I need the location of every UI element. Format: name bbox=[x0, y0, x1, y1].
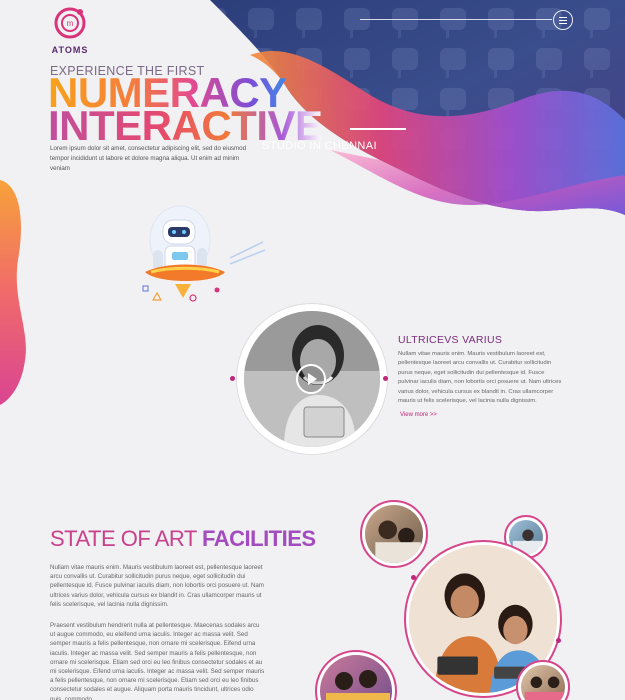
facility-photo-small-top bbox=[360, 500, 428, 568]
menu-icon[interactable] bbox=[553, 10, 573, 30]
header-divider bbox=[360, 19, 552, 20]
atoms-logo-icon: m bbox=[54, 7, 86, 39]
facilities-title-part1: STATE OF ART bbox=[50, 526, 203, 551]
play-icon[interactable] bbox=[296, 364, 326, 394]
facilities-title-part2: FACILITIES bbox=[202, 526, 316, 551]
robot-illustration bbox=[142, 205, 266, 302]
facilities-paragraph-2: Praesent vestibulum hendrerit nulla at p… bbox=[50, 622, 265, 700]
svg-text:m: m bbox=[67, 19, 74, 28]
facilities-paragraph-1: Nullam vitae mauris enim. Mauris vestibu… bbox=[50, 564, 264, 608]
brand-logo[interactable]: m ATOMS bbox=[48, 6, 92, 55]
view-more-link[interactable]: View more >> bbox=[400, 412, 437, 418]
feature-title: ULTRICEVS VARIUS bbox=[398, 334, 503, 346]
hero-subtitle: STUDIO IN CHENNAI bbox=[262, 140, 377, 152]
hero-body-text: Lorem ipsum dolor sit amet, consectetur … bbox=[50, 145, 247, 172]
circle-dot-left bbox=[411, 575, 416, 580]
facilities-title: STATE OF ART FACILITIES bbox=[50, 527, 316, 551]
ring-dot-left bbox=[230, 376, 235, 381]
feature-body: Nullam vitae mauris enim. Mauris vestibu… bbox=[398, 351, 562, 405]
circle-dot-right bbox=[556, 638, 561, 643]
brand-name: ATOMS bbox=[51, 45, 89, 55]
hero-title-rule bbox=[350, 128, 406, 130]
ring-dot-right bbox=[383, 376, 388, 381]
